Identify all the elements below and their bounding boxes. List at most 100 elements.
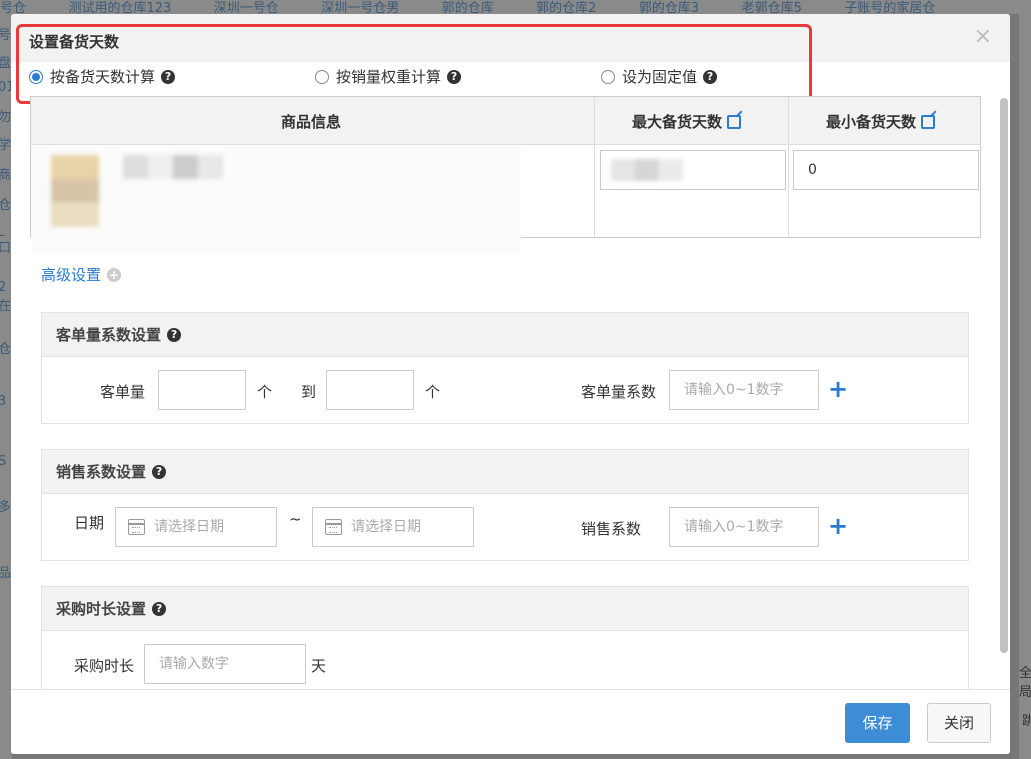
col-header-min-days: 最小备货天数 xyxy=(826,111,936,132)
help-icon[interactable]: ? xyxy=(161,69,176,84)
panel-title: 销售系数设置 xyxy=(56,462,147,481)
background-tab: 深圳一号仓男 xyxy=(321,1,400,14)
panel-title: 客单量系数设置 xyxy=(56,325,162,344)
edit-icon[interactable] xyxy=(727,114,742,129)
background-text: 勿 xyxy=(0,110,12,125)
col-header-max-days: 最大备货天数 xyxy=(632,111,742,132)
radio-unchecked-icon xyxy=(601,69,615,84)
modal-title: 设置备货天数 xyxy=(29,33,120,51)
radio-by-sales-weight[interactable]: 按销量权重计算 ? xyxy=(315,66,462,87)
sales-coef-input[interactable]: 请输入0~1数字 xyxy=(669,507,819,547)
order-qty-from-input[interactable] xyxy=(158,370,246,410)
background-text: 多 xyxy=(0,500,12,515)
date-placeholder: 请选择日期 xyxy=(154,519,224,535)
radio-label: 按销量权重计算 xyxy=(336,68,442,86)
help-icon[interactable]: ? xyxy=(152,601,167,616)
edit-icon[interactable] xyxy=(921,114,936,129)
background-tab-strip: 号仓 测试用的仓库123 深圳一号仓 深圳一号仓男 郭的仓库 郭的仓库2 郭的仓… xyxy=(0,0,1031,14)
column-divider xyxy=(594,97,595,237)
radio-fixed-value[interactable]: 设为固定值 ? xyxy=(601,66,718,87)
help-icon[interactable]: ? xyxy=(152,464,167,479)
background-tab: 子账号的家居仓 xyxy=(844,1,936,14)
order-qty-coef-panel: 客单量系数设置 ? 客单量 个 到 个 客单量系数 请输入0~1数字 + xyxy=(41,312,969,424)
help-icon[interactable]: ? xyxy=(167,327,182,342)
background-tab: 郭的仓库 xyxy=(441,1,494,14)
panel-body: 日期 请选择日期 ~ 请选择日期 销售系数 请输入0~1数字 + xyxy=(42,494,968,560)
start-date-input[interactable]: 请选择日期 xyxy=(115,507,277,547)
max-days-input[interactable] xyxy=(600,150,786,190)
order-qty-coef-label: 客单量系数 xyxy=(581,383,657,401)
radio-checked-icon xyxy=(29,69,43,84)
background-tab: 深圳一号仓 xyxy=(213,1,279,14)
panel-header: 客单量系数设置 ? xyxy=(42,313,968,357)
date-placeholder: 请选择日期 xyxy=(351,519,421,535)
range-to-label: 到 xyxy=(301,383,317,401)
date-label: 日期 xyxy=(74,514,105,532)
product-table: 商品信息 最大备货天数 最小备货天数 0 xyxy=(30,96,981,254)
purchase-duration-label: 采购时长 xyxy=(74,657,135,675)
add-row-plus-icon[interactable]: + xyxy=(828,377,848,401)
expand-plus-icon: + xyxy=(107,267,122,282)
help-icon[interactable]: ? xyxy=(447,69,462,84)
add-row-plus-icon[interactable]: + xyxy=(828,514,848,538)
order-qty-coef-input[interactable]: 请输入0~1数字 xyxy=(669,370,819,410)
col-header-label: 商品信息 xyxy=(281,113,342,131)
background-text: 全局 xyxy=(1019,666,1031,700)
sales-coef-panel: 销售系数设置 ? 日期 请选择日期 ~ 请选择日期 销售系数 请输入0~1数字 … xyxy=(41,449,969,561)
unit-label: 天 xyxy=(311,657,327,675)
background-text: 学 xyxy=(0,138,12,153)
col-header-product: 商品信息 xyxy=(281,111,341,132)
purchase-duration-input[interactable]: 请输入数字 xyxy=(144,644,306,684)
col-header-label: 最大备货天数 xyxy=(632,113,723,131)
col-header-label: 最小备货天数 xyxy=(826,113,917,131)
radio-label: 按备货天数计算 xyxy=(50,68,156,86)
column-divider xyxy=(788,97,789,237)
close-icon[interactable]: × xyxy=(974,26,992,48)
background-text: 仓 xyxy=(0,342,12,357)
background-text: 3 xyxy=(0,394,7,409)
panel-body: 客单量 个 到 个 客单量系数 请输入0~1数字 + xyxy=(42,357,968,423)
save-button[interactable]: 保存 xyxy=(845,703,910,743)
background-text: 跳 xyxy=(1021,714,1031,729)
min-days-input[interactable]: 0 xyxy=(793,150,979,190)
calc-mode-radio-group: 按备货天数计算 ? 按销量权重计算 ? 设为固定值 ? xyxy=(29,66,809,86)
background-text: S xyxy=(0,454,7,469)
unit-label: 个 xyxy=(257,383,273,401)
background-text: 仓 xyxy=(0,198,12,213)
modal-header xyxy=(11,14,1010,62)
purchase-duration-panel: 采购时长设置 ? 采购时长 请输入数字 天 xyxy=(41,586,969,698)
background-tab: 号仓 xyxy=(0,1,27,14)
modal-scrollbar[interactable] xyxy=(1000,98,1008,653)
calendar-icon xyxy=(325,519,342,535)
panel-title: 采购时长设置 xyxy=(56,599,147,618)
calendar-icon xyxy=(128,519,145,535)
modal-footer: 保存 关闭 xyxy=(11,689,1010,754)
close-button[interactable]: 关闭 xyxy=(927,703,991,743)
product-info-blurred xyxy=(31,146,521,254)
range-separator: ~ xyxy=(289,510,302,528)
radio-label: 设为固定值 xyxy=(622,68,698,86)
panel-header: 销售系数设置 ? xyxy=(42,450,968,494)
advanced-settings-label: 高级设置 xyxy=(41,266,102,284)
end-date-input[interactable]: 请选择日期 xyxy=(312,507,474,547)
order-qty-label: 客单量 xyxy=(100,383,146,401)
background-tab: 老郭仓库5 xyxy=(741,1,802,14)
help-icon[interactable]: ? xyxy=(703,69,718,84)
background-tab: 郭的仓库2 xyxy=(536,1,597,14)
background-text: 号 xyxy=(0,28,12,43)
product-name-blurred xyxy=(123,155,223,179)
background-right-strip: 全局 跳 xyxy=(1019,14,1031,759)
unit-label: 个 xyxy=(425,383,441,401)
max-days-value-blurred xyxy=(611,159,683,181)
advanced-settings-toggle[interactable]: 高级设置 + xyxy=(41,264,122,285)
radio-unchecked-icon xyxy=(315,69,329,84)
background-tab: 测试用的仓库123 xyxy=(68,1,172,14)
background-text: 商 xyxy=(0,168,12,183)
background-text: 盘 xyxy=(0,56,12,71)
order-qty-to-input[interactable] xyxy=(326,370,414,410)
stock-days-modal: × 设置备货天数 按备货天数计算 ? 按销量权重计算 ? 设为固定值 ? 商品信… xyxy=(11,14,1010,754)
radio-by-stock-days[interactable]: 按备货天数计算 ? xyxy=(29,66,176,87)
background-text: 品 xyxy=(0,566,12,581)
background-tab: 郭的仓库3 xyxy=(638,1,700,14)
panel-header: 采购时长设置 ? xyxy=(42,587,968,631)
